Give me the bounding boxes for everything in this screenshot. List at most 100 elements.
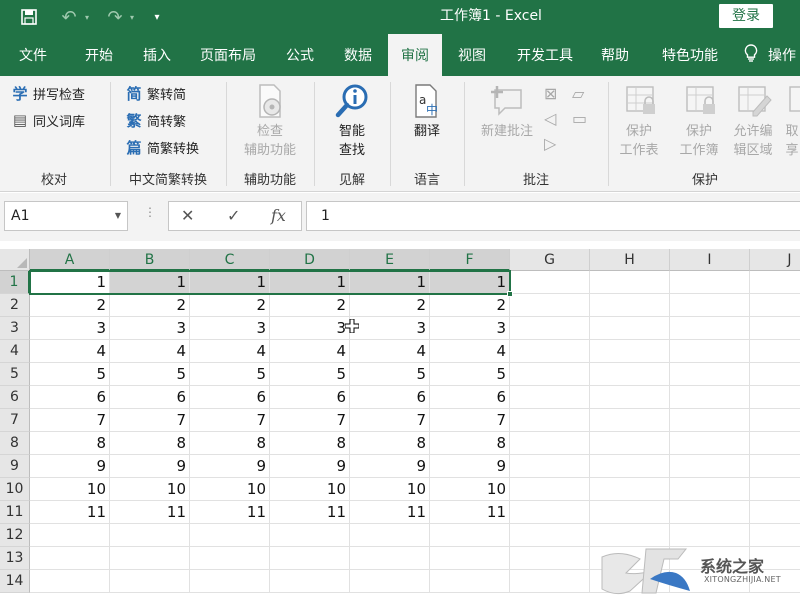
cell-f12[interactable]: [430, 524, 510, 547]
redo-icon[interactable]: ↷: [104, 0, 126, 34]
cell-f10[interactable]: 10: [430, 478, 510, 501]
cell-d4[interactable]: 4: [270, 340, 350, 363]
cell-e8[interactable]: 8: [350, 432, 430, 455]
cell-a8[interactable]: 8: [30, 432, 110, 455]
smart-lookup-button[interactable]: 智能 查找: [322, 82, 382, 160]
cell-i2[interactable]: [670, 294, 750, 317]
cell-g4[interactable]: [510, 340, 590, 363]
cell-a14[interactable]: [30, 570, 110, 593]
cell-a10[interactable]: 10: [30, 478, 110, 501]
tab-page-layout[interactable]: 页面布局: [190, 34, 266, 76]
cell-j11[interactable]: [750, 501, 800, 524]
cell-i10[interactable]: [670, 478, 750, 501]
tab-insert[interactable]: 插入: [130, 34, 184, 76]
cell-c10[interactable]: 10: [190, 478, 270, 501]
cell-e9[interactable]: 9: [350, 455, 430, 478]
cell-i8[interactable]: [670, 432, 750, 455]
cell-g7[interactable]: [510, 409, 590, 432]
tab-home[interactable]: 开始: [72, 34, 126, 76]
cell-f14[interactable]: [430, 570, 510, 593]
cell-b10[interactable]: 10: [110, 478, 190, 501]
cell-b4[interactable]: 4: [110, 340, 190, 363]
cell-f13[interactable]: [430, 547, 510, 570]
cell-e4[interactable]: 4: [350, 340, 430, 363]
cell-j4[interactable]: [750, 340, 800, 363]
check-accessibility-button[interactable]: 检查 辅助功能: [234, 82, 306, 160]
cell-f4[interactable]: 4: [430, 340, 510, 363]
tab-formulas[interactable]: 公式: [272, 34, 328, 76]
convert-button[interactable]: 篇简繁转换: [124, 136, 199, 158]
cell-g10[interactable]: [510, 478, 590, 501]
row-header-13[interactable]: 13: [0, 547, 30, 570]
cell-c2[interactable]: 2: [190, 294, 270, 317]
cell-b13[interactable]: [110, 547, 190, 570]
column-header-g[interactable]: G: [510, 249, 590, 271]
cell-d14[interactable]: [270, 570, 350, 593]
save-icon[interactable]: [18, 0, 40, 34]
cell-f1[interactable]: 1: [430, 271, 510, 294]
unshare-workbook-button[interactable]: 取 享: [784, 82, 800, 160]
cell-h8[interactable]: [590, 432, 670, 455]
cell-d11[interactable]: 11: [270, 501, 350, 524]
cell-d9[interactable]: 9: [270, 455, 350, 478]
column-header-a[interactable]: A: [30, 249, 110, 271]
cell-g14[interactable]: [510, 570, 590, 593]
cell-f2[interactable]: 2: [430, 294, 510, 317]
translate-button[interactable]: a中 翻译: [398, 82, 456, 141]
cell-j3[interactable]: [750, 317, 800, 340]
cell-e2[interactable]: 2: [350, 294, 430, 317]
cell-h7[interactable]: [590, 409, 670, 432]
cell-c14[interactable]: [190, 570, 270, 593]
cell-h6[interactable]: [590, 386, 670, 409]
cell-i12[interactable]: [670, 524, 750, 547]
cell-h4[interactable]: [590, 340, 670, 363]
cell-b14[interactable]: [110, 570, 190, 593]
cell-e13[interactable]: [350, 547, 430, 570]
cell-i5[interactable]: [670, 363, 750, 386]
column-header-c[interactable]: C: [190, 249, 270, 271]
cell-d7[interactable]: 7: [270, 409, 350, 432]
column-header-d[interactable]: D: [270, 249, 350, 271]
cell-e11[interactable]: 11: [350, 501, 430, 524]
column-header-b[interactable]: B: [110, 249, 190, 271]
cell-i9[interactable]: [670, 455, 750, 478]
cell-c6[interactable]: 6: [190, 386, 270, 409]
row-header-5[interactable]: 5: [0, 363, 30, 386]
fill-handle[interactable]: [507, 291, 513, 297]
cell-i3[interactable]: [670, 317, 750, 340]
cell-i7[interactable]: [670, 409, 750, 432]
cell-g1[interactable]: [510, 271, 590, 294]
row-header-4[interactable]: 4: [0, 340, 30, 363]
tab-view[interactable]: 视图: [446, 34, 498, 76]
row-header-8[interactable]: 8: [0, 432, 30, 455]
cell-d1[interactable]: 1: [270, 271, 350, 294]
column-header-i[interactable]: I: [670, 249, 750, 271]
tab-data[interactable]: 数据: [332, 34, 384, 76]
tab-special-features[interactable]: 特色功能: [648, 34, 732, 76]
cell-j10[interactable]: [750, 478, 800, 501]
cell-i6[interactable]: [670, 386, 750, 409]
cell-i4[interactable]: [670, 340, 750, 363]
show-ink-icon[interactable]: ▭: [572, 107, 587, 129]
cell-g2[interactable]: [510, 294, 590, 317]
row-header-10[interactable]: 10: [0, 478, 30, 501]
cell-d13[interactable]: [270, 547, 350, 570]
cell-c13[interactable]: [190, 547, 270, 570]
cell-j12[interactable]: [750, 524, 800, 547]
cell-c4[interactable]: 4: [190, 340, 270, 363]
cell-d2[interactable]: 2: [270, 294, 350, 317]
cell-i11[interactable]: [670, 501, 750, 524]
cell-a4[interactable]: 4: [30, 340, 110, 363]
formula-bar-grip-icon[interactable]: ⋮: [144, 205, 156, 219]
cell-d3[interactable]: 3: [270, 317, 350, 340]
cell-d6[interactable]: 6: [270, 386, 350, 409]
cell-g8[interactable]: [510, 432, 590, 455]
cell-f3[interactable]: 3: [430, 317, 510, 340]
tab-review[interactable]: 审阅: [388, 34, 442, 76]
cell-g11[interactable]: [510, 501, 590, 524]
row-header-2[interactable]: 2: [0, 294, 30, 317]
cell-h2[interactable]: [590, 294, 670, 317]
cell-h9[interactable]: [590, 455, 670, 478]
cell-f11[interactable]: 11: [430, 501, 510, 524]
cell-i1[interactable]: [670, 271, 750, 294]
